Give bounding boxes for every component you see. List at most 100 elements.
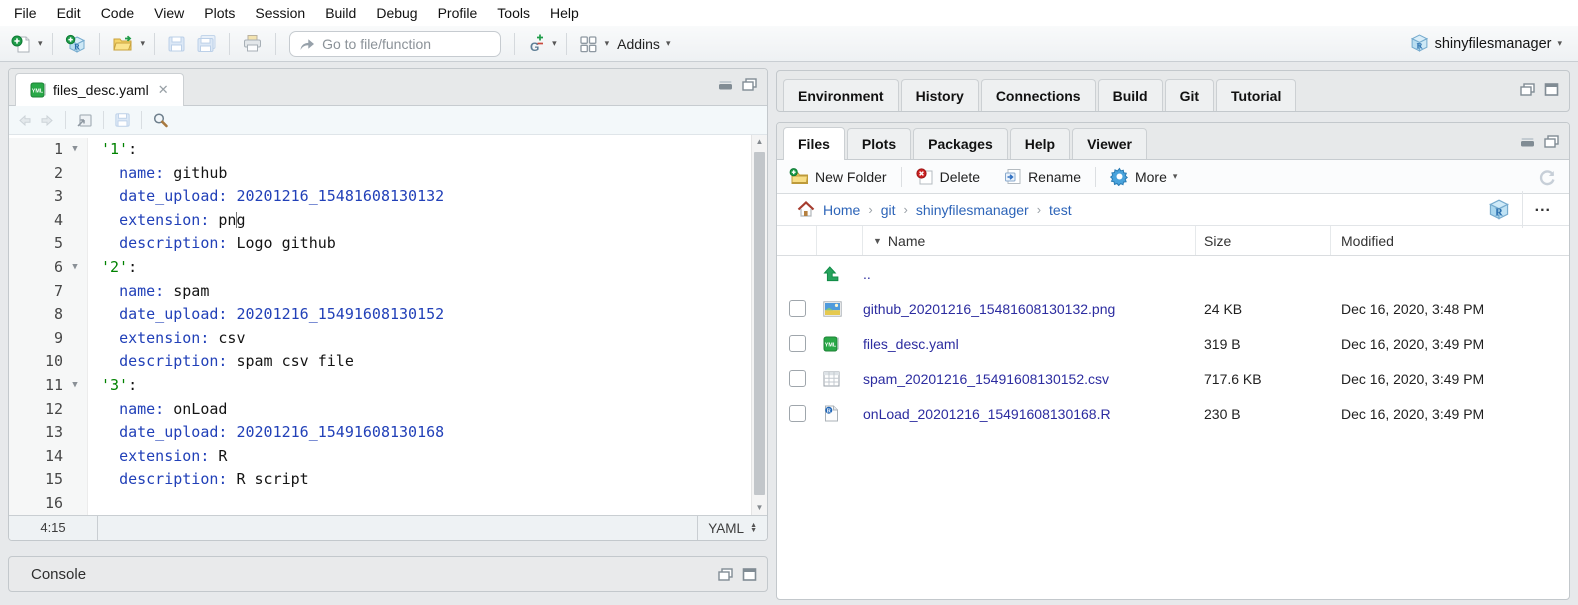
r-cube-icon[interactable]: R: [1488, 199, 1510, 221]
tab-environment[interactable]: Environment: [783, 79, 899, 112]
refresh-button[interactable]: [1533, 165, 1561, 189]
new-project-button[interactable]: R: [62, 32, 90, 56]
version-control-dropdown[interactable]: ▾: [552, 39, 557, 48]
code-line-3[interactable]: 3 date_upload: 20201216_15481608130132: [9, 185, 751, 209]
panes-dropdown[interactable]: ▾: [605, 39, 610, 48]
restore-pane-icon[interactable]: [1520, 83, 1535, 96]
more-button[interactable]: More ▾: [1106, 165, 1181, 188]
code-line-8[interactable]: 8 date_upload: 20201216_15491608130152: [9, 303, 751, 327]
parent-directory-link[interactable]: ..: [863, 266, 871, 282]
menu-help[interactable]: Help: [540, 0, 589, 26]
code-line-16[interactable]: 16: [9, 492, 751, 515]
code-line-15[interactable]: 15 description: R script: [9, 468, 751, 492]
breadcrumb-home[interactable]: Home: [823, 202, 860, 218]
new-file-dropdown[interactable]: ▾: [38, 39, 43, 48]
more-dropdown[interactable]: ▾: [1173, 172, 1178, 181]
column-header-size[interactable]: Size: [1196, 226, 1331, 255]
menu-file[interactable]: File: [4, 0, 47, 26]
file-row[interactable]: RonLoad_20201216_15491608130168.R230 BDe…: [777, 396, 1569, 431]
code-editor[interactable]: 1▼'1':2 name: github3 date_upload: 20201…: [9, 135, 767, 515]
code-line-11[interactable]: 11▼'3':: [9, 374, 751, 398]
tab-plots[interactable]: Plots: [847, 128, 911, 159]
code-line-14[interactable]: 14 extension: R: [9, 445, 751, 469]
breadcrumb-test[interactable]: test: [1049, 202, 1072, 218]
tab-files[interactable]: Files: [783, 127, 845, 160]
menu-edit[interactable]: Edit: [47, 0, 91, 26]
scroll-up-icon[interactable]: ▲: [752, 135, 767, 149]
tab-help[interactable]: Help: [1010, 128, 1070, 159]
tab-viewer[interactable]: Viewer: [1072, 128, 1147, 159]
maximize-pane-icon[interactable]: [1544, 83, 1559, 96]
code-line-4[interactable]: 4 extension: png: [9, 209, 751, 233]
fold-marker-icon[interactable]: ▼: [63, 256, 88, 280]
menu-profile[interactable]: Profile: [428, 0, 488, 26]
restore-pane-icon[interactable]: [1544, 135, 1559, 148]
tab-close-icon[interactable]: ✕: [158, 74, 169, 106]
editor-tab-files-desc-yaml[interactable]: YML files_desc.yaml ✕: [15, 73, 184, 106]
tab-git[interactable]: Git: [1165, 79, 1214, 112]
language-selector[interactable]: YAML ▲▼: [697, 516, 767, 540]
save-all-button[interactable]: [193, 32, 220, 55]
code-line-2[interactable]: 2 name: github: [9, 162, 751, 186]
menu-build[interactable]: Build: [315, 0, 366, 26]
menu-plots[interactable]: Plots: [194, 0, 245, 26]
fold-marker-icon[interactable]: ▼: [63, 374, 88, 398]
tab-history[interactable]: History: [901, 79, 979, 112]
addins-dropdown[interactable]: ▾: [666, 39, 671, 48]
menu-code[interactable]: Code: [91, 0, 144, 26]
open-recent-dropdown[interactable]: ▾: [141, 39, 146, 48]
breadcrumb-git[interactable]: git: [881, 202, 896, 218]
path-ellipsis-button[interactable]: ...: [1522, 191, 1561, 228]
save-file-icon[interactable]: [114, 112, 131, 128]
code-line-7[interactable]: 7 name: spam: [9, 280, 751, 304]
project-selector[interactable]: R shinyfilesmanager ▾: [1410, 34, 1570, 53]
new-folder-button[interactable]: New Folder: [785, 166, 891, 187]
menu-debug[interactable]: Debug: [366, 0, 427, 26]
file-row[interactable]: spam_20201216_15491608130152.csv717.6 KB…: [777, 361, 1569, 396]
maximize-pane-icon[interactable]: [742, 78, 757, 91]
home-icon[interactable]: [797, 201, 815, 218]
new-file-button[interactable]: [8, 32, 34, 56]
file-checkbox[interactable]: [789, 370, 806, 387]
tab-tutorial[interactable]: Tutorial: [1216, 79, 1296, 112]
save-button[interactable]: [164, 33, 189, 55]
file-checkbox[interactable]: [789, 300, 806, 317]
file-link[interactable]: github_20201216_15481608130132.png: [863, 301, 1115, 317]
minimize-pane-icon[interactable]: [718, 78, 733, 91]
tab-packages[interactable]: Packages: [913, 128, 1008, 159]
print-button[interactable]: [239, 32, 266, 55]
code-line-6[interactable]: 6▼'2':: [9, 256, 751, 280]
file-link[interactable]: onLoad_20201216_15491608130168.R: [863, 406, 1111, 422]
goto-file-input[interactable]: Go to file/function: [289, 31, 501, 57]
file-link[interactable]: files_desc.yaml: [863, 336, 959, 352]
scroll-down-icon[interactable]: ▼: [752, 501, 767, 515]
workspace-panes-button[interactable]: [576, 33, 601, 55]
code-line-5[interactable]: 5 description: Logo github: [9, 232, 751, 256]
file-link[interactable]: spam_20201216_15491608130152.csv: [863, 371, 1109, 387]
column-header-modified[interactable]: Modified: [1331, 226, 1569, 255]
rename-button[interactable]: Rename: [1000, 166, 1085, 187]
open-file-button[interactable]: [109, 33, 137, 55]
menu-session[interactable]: Session: [245, 0, 315, 26]
forward-icon[interactable]: [39, 113, 55, 128]
tab-build[interactable]: Build: [1098, 79, 1163, 112]
code-line-13[interactable]: 13 date_upload: 20201216_15491608130168: [9, 421, 751, 445]
column-header-name[interactable]: ▼Name: [863, 226, 1196, 255]
code-line-12[interactable]: 12 name: onLoad: [9, 398, 751, 422]
editor-scrollbar[interactable]: ▲ ▼: [751, 135, 767, 515]
back-icon[interactable]: [17, 113, 33, 128]
restore-pane-icon[interactable]: [718, 568, 733, 581]
project-dropdown[interactable]: ▾: [1557, 39, 1562, 48]
delete-button[interactable]: Delete: [912, 166, 984, 187]
addins-button[interactable]: Addins: [617, 36, 660, 52]
minimize-pane-icon[interactable]: [1520, 135, 1535, 148]
show-in-new-window-icon[interactable]: [76, 113, 93, 128]
breadcrumb-shinyfilesmanager[interactable]: shinyfilesmanager: [916, 202, 1029, 218]
file-checkbox[interactable]: [789, 405, 806, 422]
cursor-position[interactable]: 4:15: [9, 516, 98, 540]
tab-connections[interactable]: Connections: [981, 79, 1096, 112]
scrollbar-thumb[interactable]: [754, 152, 765, 495]
file-row[interactable]: YMLfiles_desc.yaml319 BDec 16, 2020, 3:4…: [777, 326, 1569, 361]
fold-marker-icon[interactable]: ▼: [63, 138, 88, 162]
parent-directory-row[interactable]: ..: [777, 256, 1569, 291]
